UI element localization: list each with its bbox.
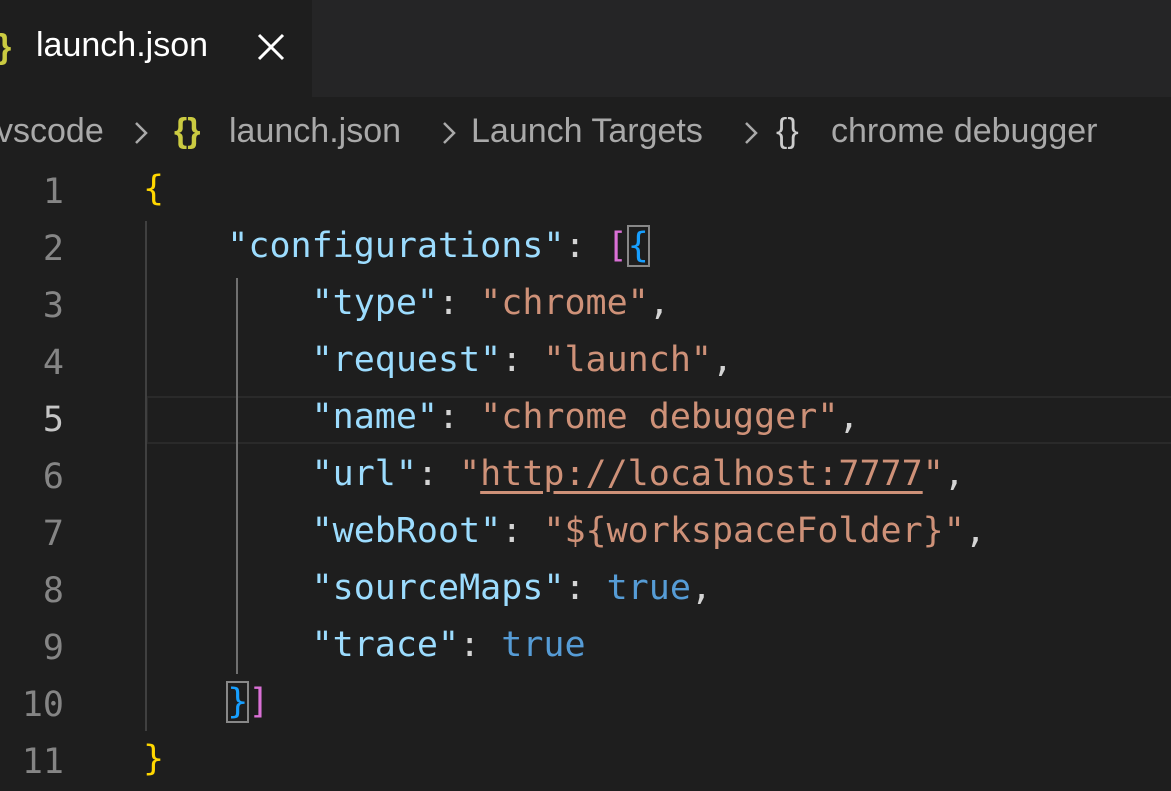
- line-number: 3: [42, 286, 64, 326]
- breadcrumb-item-launch-json[interactable]: launch.json: [229, 112, 401, 151]
- json-icon: {}: [174, 112, 201, 150]
- code-line: 6 "url": "http://localhost:7777",: [0, 449, 1171, 506]
- line-number: 1: [42, 172, 64, 212]
- code-editor[interactable]: 1 { 2 "configurations": [{ 3 "type": "ch…: [0, 164, 1171, 788]
- json-key: "sourceMaps": [311, 568, 565, 608]
- open-array-bracket: [: [606, 226, 628, 266]
- line-number: 8: [42, 571, 64, 611]
- line-number: 11: [21, 742, 64, 782]
- json-file-icon: }: [0, 28, 11, 67]
- code-line: 8 "sourceMaps": true,: [0, 563, 1171, 620]
- json-string: "chrome debugger": [480, 397, 839, 437]
- breadcrumb: vscode {} launch.json Launch Targets {} …: [0, 104, 1171, 164]
- json-key: "type": [311, 283, 439, 323]
- code-line: 4 "request": "launch",: [0, 335, 1171, 392]
- line-number: 5: [42, 400, 64, 440]
- breadcrumb-item-launch-targets[interactable]: Launch Targets: [471, 112, 703, 151]
- code-line: 2 "configurations": [{: [0, 221, 1171, 278]
- object-icon: {}: [776, 112, 799, 150]
- line-number: 10: [21, 685, 64, 725]
- tab-title: launch.json: [36, 26, 209, 64]
- line-number: 9: [42, 628, 64, 668]
- json-key: "url": [311, 454, 417, 494]
- chevron-right-icon: [135, 122, 148, 144]
- json-string: "${workspaceFolder}": [543, 511, 965, 551]
- line-number: 7: [42, 514, 64, 554]
- chevron-right-icon: [443, 122, 456, 144]
- url-link[interactable]: http://localhost:7777: [480, 454, 923, 494]
- code-line: 10 }]: [0, 677, 1171, 734]
- tab-launch-json[interactable]: } launch.json: [0, 0, 312, 97]
- close-array-bracket: ]: [248, 682, 270, 722]
- breadcrumb-item-chrome-debugger[interactable]: chrome debugger: [831, 112, 1098, 151]
- json-string: "chrome": [480, 283, 649, 323]
- breadcrumb-item-vscode[interactable]: vscode: [0, 112, 104, 151]
- json-string: "launch": [543, 340, 712, 380]
- close-object-brace: }: [226, 681, 250, 723]
- open-brace: {: [143, 169, 165, 209]
- json-key: "configurations": [227, 226, 565, 266]
- code-line: 3 "type": "chrome",: [0, 278, 1171, 335]
- json-key: "trace": [311, 625, 460, 665]
- code-line: 9 "trace": true: [0, 620, 1171, 677]
- code-line-active: 5 "name": "chrome debugger",: [0, 392, 1171, 449]
- line-number: 2: [42, 229, 64, 269]
- code-line: 1 {: [0, 164, 1171, 221]
- code-line: 11 }: [0, 734, 1171, 791]
- tab-bar: } launch.json: [0, 0, 1171, 97]
- json-boolean: true: [501, 625, 586, 665]
- close-brace: }: [143, 739, 165, 779]
- code-line: 7 "webRoot": "${workspaceFolder}",: [0, 506, 1171, 563]
- json-key: "name": [311, 397, 439, 437]
- json-key: "request": [311, 340, 502, 380]
- open-object-brace: {: [626, 225, 650, 267]
- line-number: 4: [42, 343, 64, 383]
- line-number: 6: [42, 457, 64, 497]
- chevron-right-icon: [745, 122, 758, 144]
- close-icon[interactable]: [254, 30, 288, 64]
- json-key: "webRoot": [311, 511, 502, 551]
- json-boolean: true: [606, 568, 691, 608]
